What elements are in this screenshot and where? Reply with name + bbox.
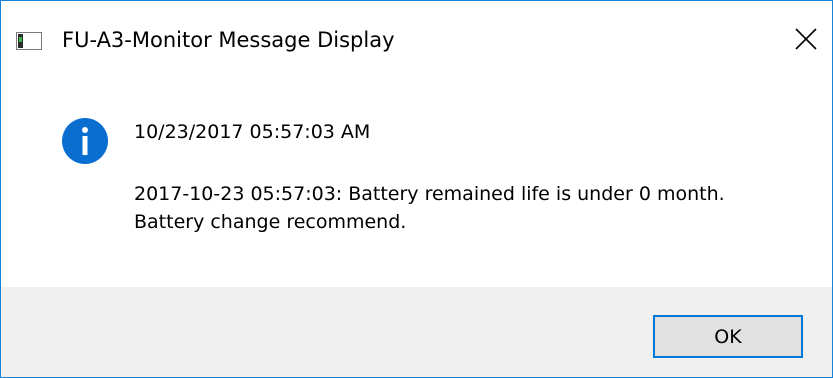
application-window-icon xyxy=(16,32,42,50)
close-button[interactable] xyxy=(783,13,831,65)
title-bar[interactable]: FU-A3-Monitor Message Display xyxy=(1,1,832,81)
message-area: 10/23/2017 05:57:03 AM 2017-10-23 05:57:… xyxy=(1,81,832,287)
ok-button[interactable]: OK xyxy=(653,315,803,358)
message-dialog: FU-A3-Monitor Message Display 10/23/2017… xyxy=(0,0,833,378)
message-line-2: Battery change recommend. xyxy=(134,211,407,233)
message-timestamp: 10/23/2017 05:57:03 AM xyxy=(134,121,371,143)
message-text: 2017-10-23 05:57:03: Battery remained li… xyxy=(134,180,814,236)
message-line-1: 2017-10-23 05:57:03: Battery remained li… xyxy=(134,183,725,205)
close-icon xyxy=(795,28,817,50)
button-bar: OK xyxy=(1,287,832,377)
information-icon xyxy=(61,117,109,165)
window-title: FU-A3-Monitor Message Display xyxy=(62,28,395,52)
